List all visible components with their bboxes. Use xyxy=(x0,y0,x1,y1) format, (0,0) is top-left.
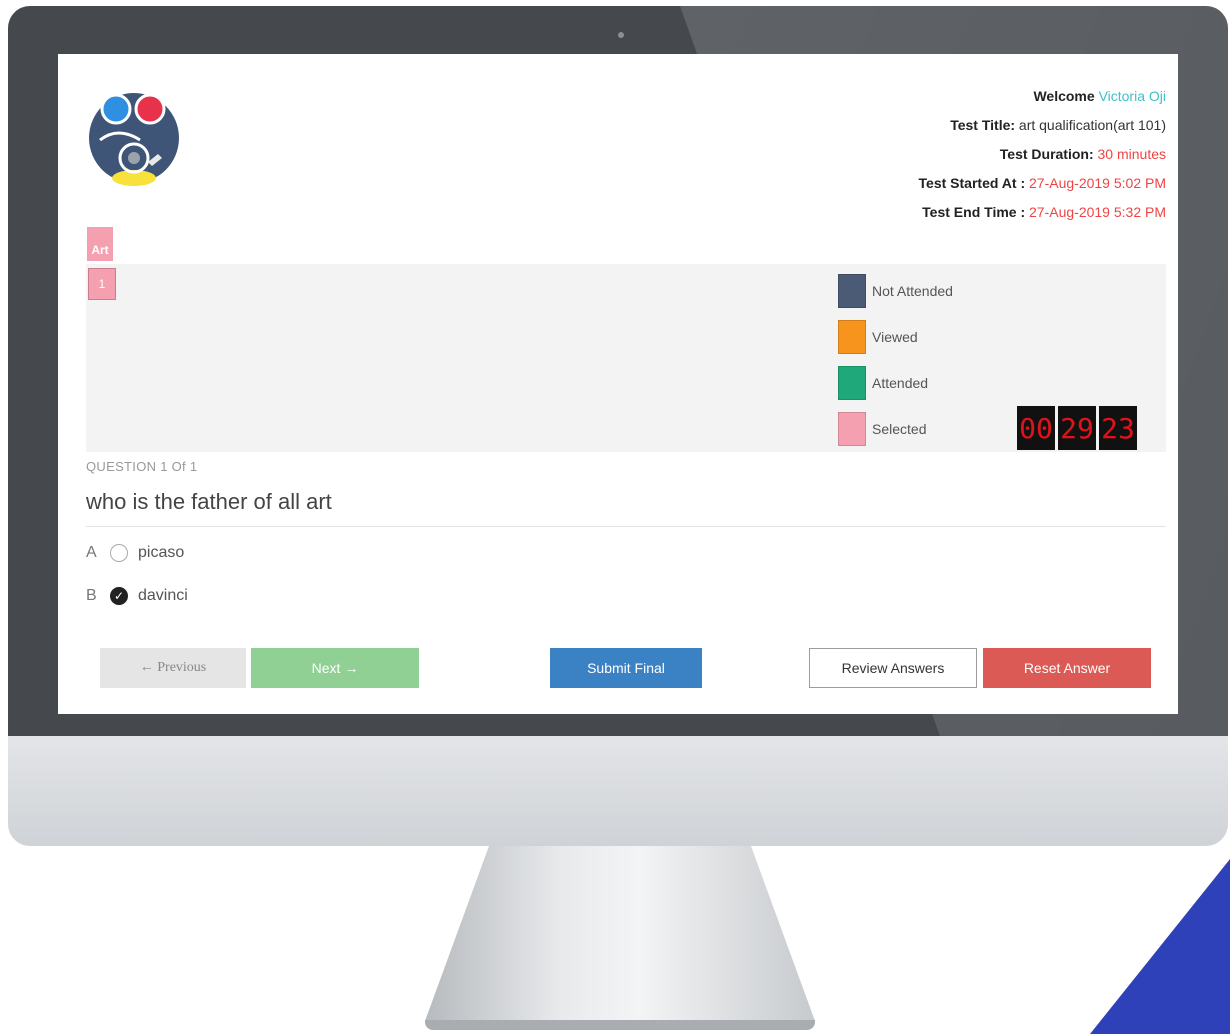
legend-swatch-viewed xyxy=(838,320,866,354)
monitor-stand xyxy=(425,846,815,1021)
status-legend: Not Attended Viewed Attended Selected xyxy=(838,268,953,452)
test-started-line: Test Started At : 27-Aug-2019 5:02 PM xyxy=(919,169,1166,198)
reset-answer-button[interactable]: Reset Answer xyxy=(983,648,1151,688)
legend-viewed: Viewed xyxy=(838,314,953,360)
option-letter: B xyxy=(86,587,97,604)
exam-screen: Welcome Victoria Oji Test Title: art qua… xyxy=(58,54,1178,714)
radio-checked-icon[interactable]: ✓ xyxy=(110,587,128,605)
welcome-label: Welcome xyxy=(1033,88,1095,104)
app-logo-icon xyxy=(89,93,179,186)
option-text: davinci xyxy=(138,587,188,604)
test-title-value: art qualification(art 101) xyxy=(1018,117,1166,133)
subject-tab-art[interactable]: Art xyxy=(87,227,113,261)
test-info-panel: Welcome Victoria Oji Test Title: art qua… xyxy=(919,82,1166,227)
answer-option-b[interactable]: B ✓ davinci xyxy=(86,587,188,605)
radio-unchecked-icon[interactable] xyxy=(110,544,128,562)
camera-dot xyxy=(618,32,624,38)
user-name: Victoria Oji xyxy=(1098,88,1166,104)
timer-hours: 00 xyxy=(1017,406,1055,450)
review-answers-button[interactable]: Review Answers xyxy=(809,648,977,688)
question-counter: QUESTION 1 Of 1 xyxy=(86,459,198,474)
legend-not-attended: Not Attended xyxy=(838,268,953,314)
timer-seconds: 23 xyxy=(1099,406,1137,450)
question-text: who is the father of all art xyxy=(86,489,332,514)
monitor-stand-base xyxy=(425,1020,815,1030)
answer-option-a[interactable]: A picaso xyxy=(86,544,184,562)
legend-selected: Selected xyxy=(838,406,953,452)
previous-button[interactable]: ← Previous xyxy=(100,648,246,688)
legend-swatch-attended xyxy=(838,366,866,400)
option-text: picaso xyxy=(138,544,185,561)
test-started-label: Test Started At : xyxy=(918,175,1026,191)
test-title-line: Test Title: art qualification(art 101) xyxy=(919,111,1166,140)
corner-accent xyxy=(1090,859,1230,1034)
monitor-chin xyxy=(8,736,1228,846)
test-end-line: Test End Time : 27-Aug-2019 5:32 PM xyxy=(919,198,1166,227)
test-started-value: 27-Aug-2019 5:02 PM xyxy=(1029,175,1166,191)
legend-label: Attended xyxy=(872,375,929,391)
option-letter: A xyxy=(86,544,97,561)
countdown-timer: 00 29 23 xyxy=(1017,406,1137,450)
test-duration-line: Test Duration: 30 minutes xyxy=(919,140,1166,169)
divider xyxy=(86,526,1166,527)
test-title-label: Test Title: xyxy=(950,117,1016,133)
legend-swatch-not-attended xyxy=(838,274,866,308)
legend-label: Not Attended xyxy=(872,283,953,299)
submit-final-button[interactable]: Submit Final xyxy=(550,648,702,688)
legend-swatch-selected xyxy=(838,412,866,446)
test-duration-label: Test Duration: xyxy=(999,146,1094,162)
test-duration-value: 30 minutes xyxy=(1097,146,1166,162)
test-end-label: Test End Time : xyxy=(922,204,1026,220)
legend-label: Selected xyxy=(872,421,927,437)
next-button[interactable]: Next → xyxy=(251,648,419,688)
question-status-panel: 1 Not Attended Viewed Attended Selected … xyxy=(86,264,1166,452)
test-end-value: 27-Aug-2019 5:32 PM xyxy=(1029,204,1166,220)
legend-label: Viewed xyxy=(872,329,918,345)
question-nav-button-1[interactable]: 1 xyxy=(88,268,116,300)
welcome-line: Welcome Victoria Oji xyxy=(919,82,1166,111)
timer-minutes: 29 xyxy=(1058,406,1096,450)
legend-attended: Attended xyxy=(838,360,953,406)
